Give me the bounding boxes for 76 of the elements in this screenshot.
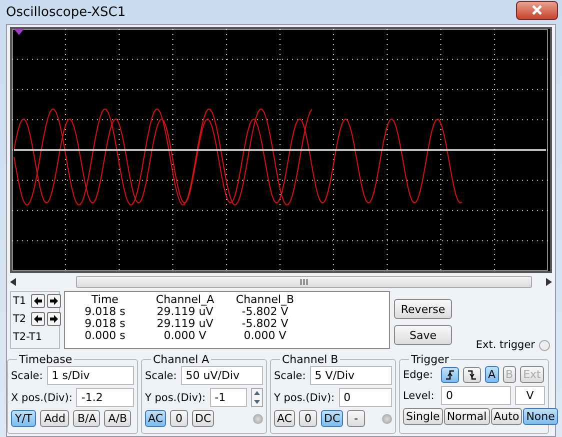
action-button[interactable]: Reverse bbox=[394, 299, 452, 319]
trigger-mode-button[interactable]: Auto bbox=[490, 408, 522, 425]
cursor-right-button[interactable] bbox=[47, 312, 61, 326]
unit-field[interactable]: V bbox=[515, 386, 545, 405]
position-label: Y pos.(Div): bbox=[145, 392, 206, 404]
coupling-button[interactable]: AC bbox=[274, 410, 296, 427]
cursor-label: T2 bbox=[13, 313, 28, 325]
indicator-led bbox=[382, 414, 392, 424]
close-icon bbox=[532, 5, 542, 15]
trigger-mode-button[interactable]: Normal bbox=[444, 408, 490, 425]
scroll-thumb[interactable] bbox=[76, 276, 532, 288]
column-header: Time bbox=[90, 294, 120, 306]
table-cell-text: -5.802 V bbox=[240, 318, 290, 330]
scale-field[interactable]: 50 uV/Div bbox=[180, 366, 263, 385]
cursor-left-button[interactable] bbox=[31, 312, 45, 326]
coupling-button[interactable]: DC bbox=[192, 410, 214, 427]
group-title: Channel A bbox=[152, 353, 210, 366]
down-arrow-icon bbox=[254, 400, 260, 404]
table-cell-text: 0.000 V bbox=[162, 330, 208, 342]
trigger-mode-button[interactable]: Single bbox=[403, 408, 443, 425]
rising-edge-icon bbox=[444, 368, 456, 380]
cursor-right-button[interactable] bbox=[47, 294, 61, 308]
table-cell-text: 29.119 uV bbox=[156, 306, 214, 318]
table-cell-text: 0.000 V bbox=[242, 330, 288, 342]
spinner-control[interactable] bbox=[251, 388, 263, 407]
coupling-button[interactable]: - bbox=[347, 410, 366, 427]
cursor-label: T2-T1 bbox=[13, 331, 44, 343]
scroll-left-icon[interactable] bbox=[10, 278, 16, 286]
scale-label: Scale: bbox=[145, 370, 177, 382]
scale-label: Scale: bbox=[274, 370, 306, 382]
position-field[interactable]: -1.2 bbox=[76, 388, 134, 407]
position-field[interactable]: -1 bbox=[210, 388, 247, 407]
trigger-mode-button[interactable]: None bbox=[523, 408, 558, 425]
table-cell-text: -5.802 V bbox=[242, 306, 288, 318]
group-title: Timebase bbox=[18, 353, 74, 366]
horizontal-scrollbar[interactable] bbox=[10, 275, 552, 289]
column-header: Channel_B bbox=[234, 294, 296, 306]
group-title: Channel B bbox=[281, 353, 340, 366]
column-header: Channel_A bbox=[154, 294, 216, 306]
position-label: Y pos.(Div): bbox=[274, 392, 335, 404]
table-cell-text: 9.018 s bbox=[84, 318, 126, 330]
table-cell-text: 0.000 s bbox=[84, 330, 126, 342]
scale-label: Scale: bbox=[11, 370, 43, 382]
mode-button[interactable]: A/B bbox=[104, 410, 132, 427]
coupling-button[interactable]: DC bbox=[321, 410, 344, 427]
edge-label: Edge: bbox=[403, 368, 434, 380]
falling-edge-icon bbox=[466, 368, 478, 380]
scale-field[interactable]: 1 s/Div bbox=[46, 366, 134, 385]
edge-button[interactable] bbox=[441, 366, 459, 382]
level-field[interactable]: 0 bbox=[441, 386, 511, 405]
position-field[interactable]: 0 bbox=[338, 388, 392, 407]
group-title: Trigger bbox=[410, 353, 450, 366]
ext-trigger-radio[interactable] bbox=[539, 340, 550, 350]
ext-trigger-label: Ext. trigger bbox=[476, 339, 535, 351]
mode-button[interactable]: B/A bbox=[73, 410, 100, 427]
window-title: Oscilloscope-XSC1 bbox=[6, 4, 126, 20]
edge-button[interactable] bbox=[463, 366, 481, 382]
close-button[interactable] bbox=[516, 0, 558, 20]
action-button[interactable]: Save bbox=[394, 325, 452, 345]
mode-button[interactable]: Add bbox=[40, 410, 70, 427]
level-label: Level: bbox=[403, 390, 436, 402]
position-label: X pos.(Div): bbox=[11, 392, 72, 404]
scale-field[interactable]: 5 V/Div bbox=[310, 366, 392, 385]
coupling-button[interactable]: 0 bbox=[170, 410, 188, 427]
indicator-led bbox=[253, 414, 263, 424]
scroll-right-icon[interactable] bbox=[546, 278, 552, 286]
cursor-left-button[interactable] bbox=[31, 294, 45, 308]
table-cell-text: 9.018 s bbox=[84, 306, 126, 318]
mode-button[interactable]: Y/T bbox=[11, 410, 36, 427]
cursor-label: T1 bbox=[13, 295, 28, 307]
coupling-button[interactable]: AC bbox=[145, 410, 166, 427]
coupling-button[interactable]: 0 bbox=[299, 410, 318, 427]
source-button[interactable]: A bbox=[485, 366, 499, 383]
trigger-marker-icon[interactable] bbox=[14, 29, 24, 35]
up-arrow-icon bbox=[254, 391, 260, 396]
table-cell-text: 29.119 uV bbox=[156, 318, 214, 330]
